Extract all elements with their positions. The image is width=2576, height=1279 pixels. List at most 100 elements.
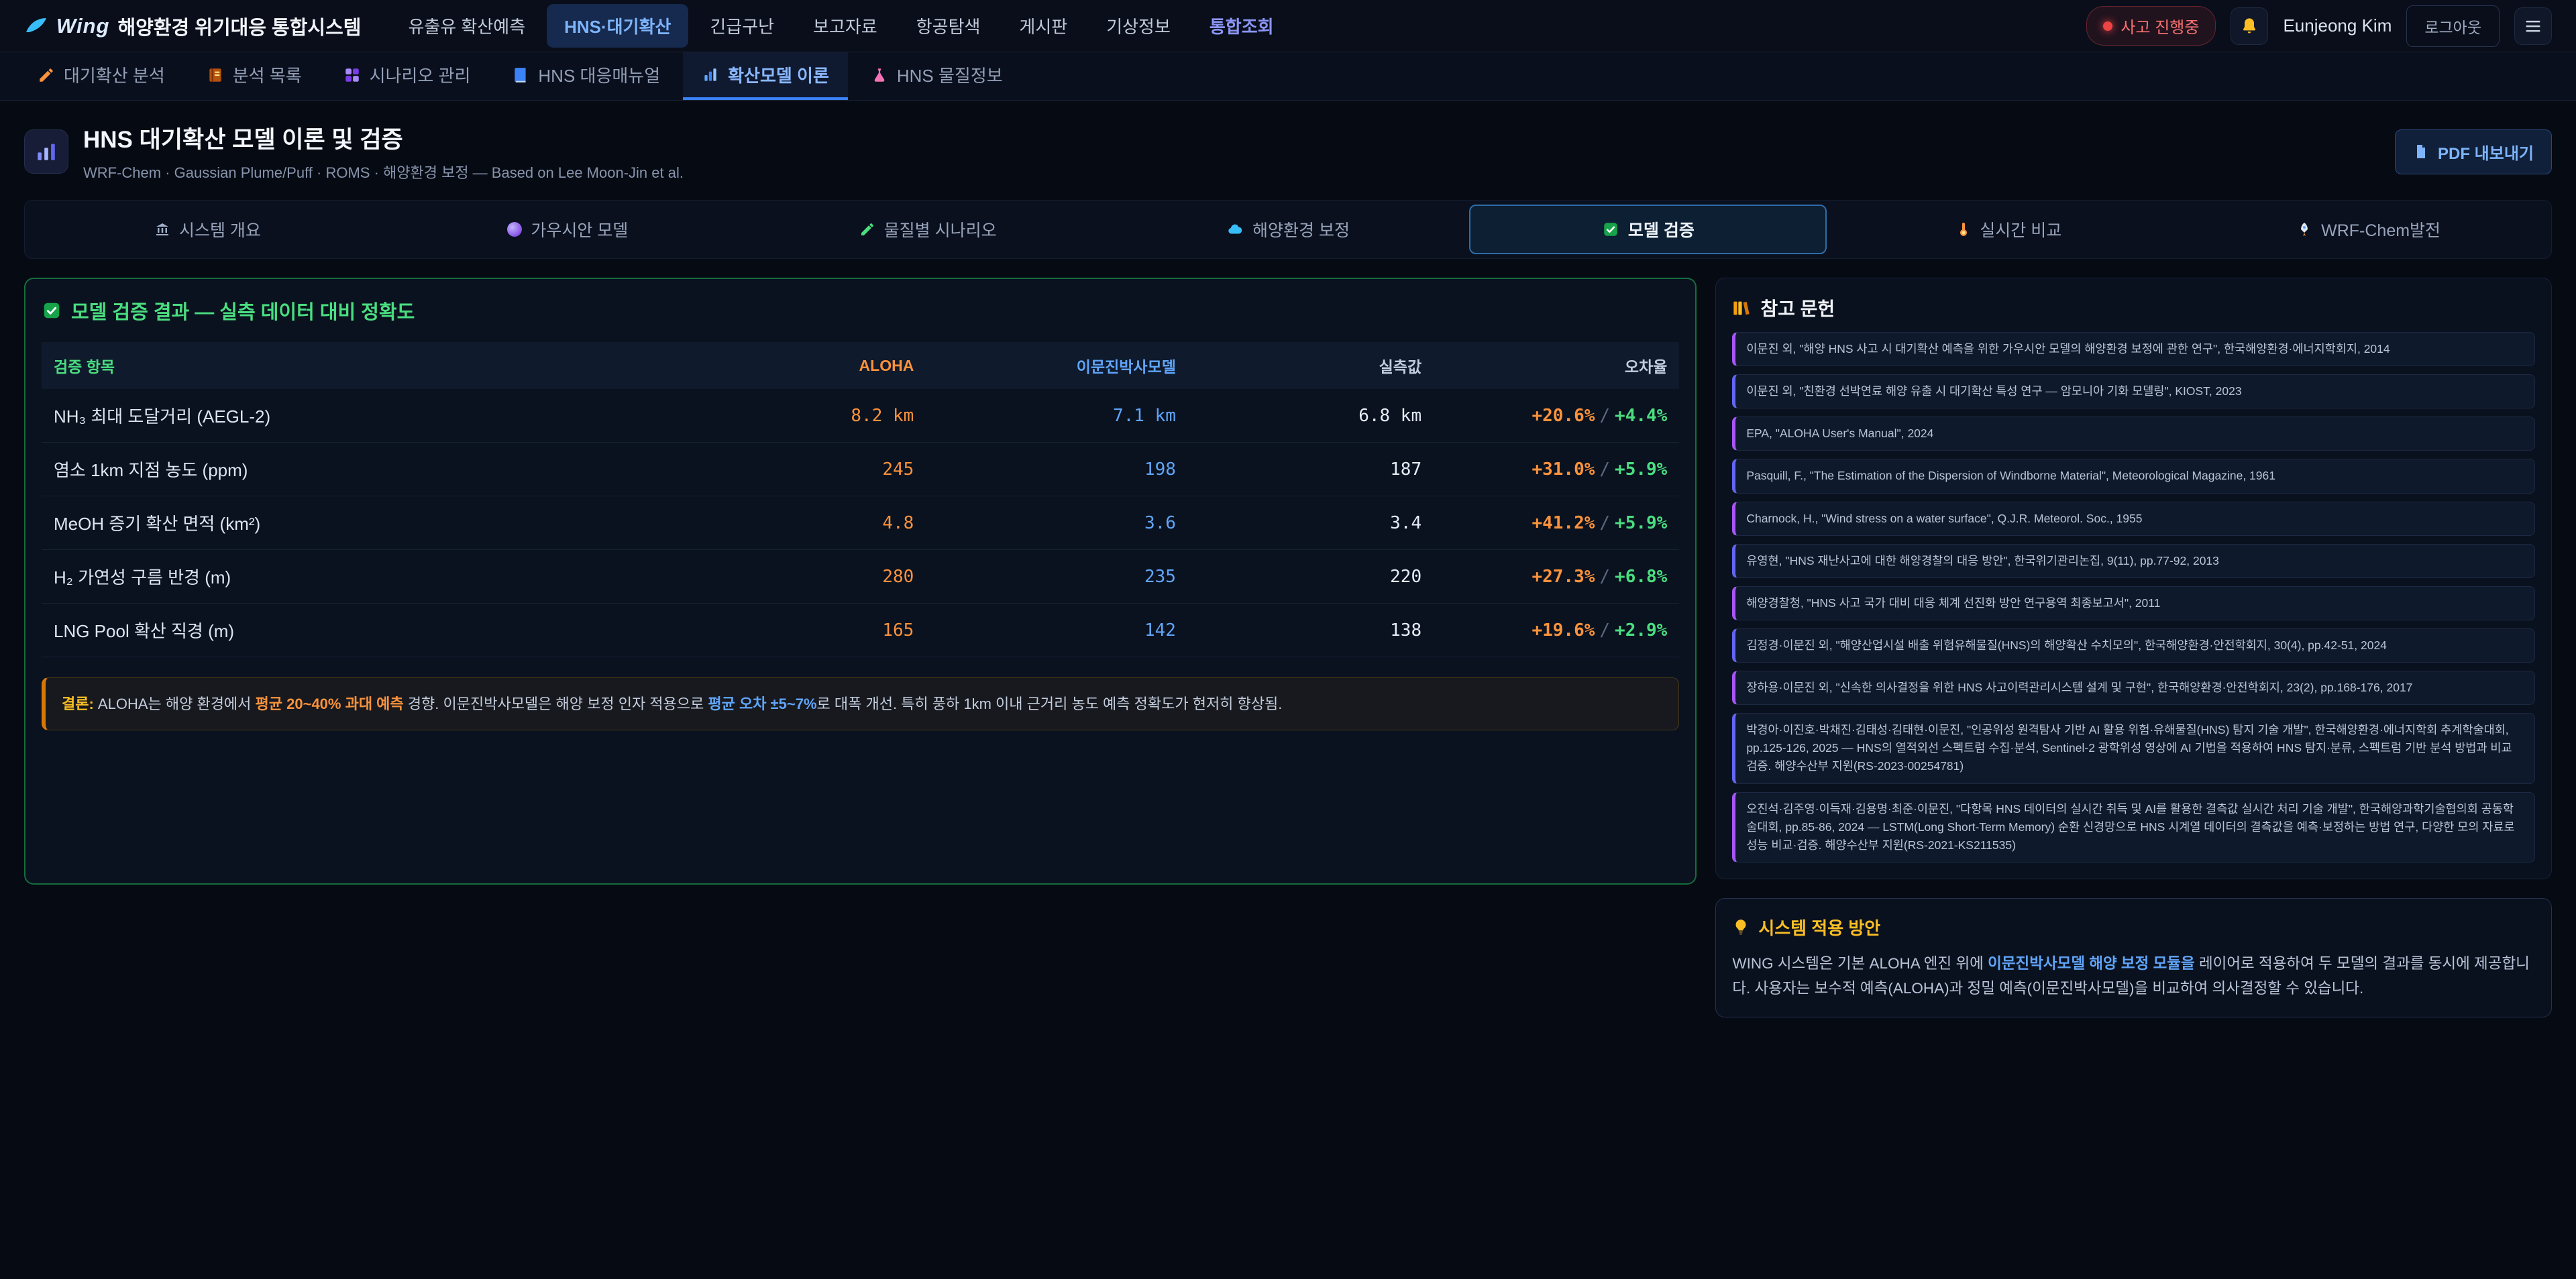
header-error: 오차율 <box>1434 342 1679 389</box>
cell-item: MeOH 증기 확산 면적 (km²) <box>42 496 697 550</box>
cell-measured: 3.4 <box>1188 496 1434 550</box>
stab-system-overview[interactable]: 시스템 개요 <box>29 205 386 254</box>
header-aloha: ALOHA <box>697 342 926 389</box>
application-title-row: 시스템 적용 방안 <box>1732 915 2535 940</box>
conclusion-note: 결론: ALOHA는 해양 환경에서 평균 20~40% 과대 예측 경향. 이… <box>42 677 1679 730</box>
stab-realtime-comparison[interactable]: 실시간 비교 <box>1829 205 2187 254</box>
cell-error: +27.3%/+6.8% <box>1434 550 1679 604</box>
table-row: MeOH 증기 확산 면적 (km²) 4.8 3.6 3.4 +41.2%/+… <box>42 496 1679 550</box>
subtab-label: HNS 물질정보 <box>897 62 1003 87</box>
reference-item: 이문진 외, "친환경 선박연료 해양 유출 시 대기확산 특성 연구 — 암모… <box>1732 374 2535 408</box>
subtab-scenario-management[interactable]: 시나리오 관리 <box>325 52 490 100</box>
stab-label: 물질별 시나리오 <box>884 217 997 241</box>
stab-label: 가우시안 모델 <box>531 217 628 241</box>
reference-item: 김정경·이문진 외, "해양산업시설 배출 위험유해물질(HNS)의 해양확산 … <box>1732 628 2535 663</box>
stab-substance-scenarios[interactable]: 물질별 시나리오 <box>749 205 1107 254</box>
reference-item: 유영현, "HNS 재난사고에 대한 해양경찰의 대응 방안", 한국위기관리논… <box>1732 544 2535 578</box>
reference-item: Charnock, H., "Wind stress on a water su… <box>1732 502 2535 536</box>
hamburger-icon <box>2524 17 2542 36</box>
sub-navigation: 대기확산 분석 분석 목록 시나리오 관리 HNS 대응매뉴얼 확산모델 이론 … <box>0 52 2576 101</box>
conclusion-highlight-overprediction: 평균 20~40% 과대 예측 <box>256 696 404 712</box>
table-header-row: 검증 항목 ALOHA 이문진박사모델 실측값 오차율 <box>42 342 1679 389</box>
reference-item: 해양경찰청, "HNS 사고 국가 대비 대응 체계 선진화 방안 연구용역 최… <box>1732 586 2535 620</box>
app-logo[interactable]: Wing 해양환경 위기대응 통합시스템 <box>24 12 361 40</box>
cell-item: H₂ 가연성 구름 반경 (m) <box>42 550 697 604</box>
document-icon <box>2413 144 2429 160</box>
cell-model: 7.1 km <box>926 389 1188 443</box>
page-title-block: HNS 대기확산 모델 이론 및 검증 WRF-Chem · Gaussian … <box>83 121 684 182</box>
references-list: 이문진 외, "해양 HNS 사고 시 대기확산 예측을 위한 가우시안 모델의… <box>1732 332 2535 863</box>
reference-item: 오진석·김주영·이득재·김용명·최준·이문진, "다항목 HNS 데이터의 실시… <box>1732 792 2535 863</box>
nav-aerial-search[interactable]: 항공탐색 <box>899 4 998 48</box>
cell-measured: 220 <box>1188 550 1434 604</box>
topnav-right-cluster: 사고 진행중 Eunjeong Kim 로그아웃 <box>2086 5 2552 47</box>
nav-weather-info[interactable]: 기상정보 <box>1089 4 1188 48</box>
app-root: Wing 해양환경 위기대응 통합시스템 유출유 확산예측 HNS·대기확산 긴… <box>0 0 2576 1036</box>
cloud-icon <box>1226 221 1244 238</box>
cell-measured: 6.8 km <box>1188 389 1434 443</box>
cell-item: 염소 1km 지점 농도 (ppm) <box>42 443 697 496</box>
subtab-hns-substance-info[interactable]: HNS 물질정보 <box>852 52 1022 100</box>
notifications-button[interactable] <box>2231 7 2268 45</box>
top-navigation: Wing 해양환경 위기대응 통합시스템 유출유 확산예측 HNS·대기확산 긴… <box>0 0 2576 52</box>
siren-icon <box>2103 21 2112 31</box>
cell-error: +41.2%/+5.9% <box>1434 496 1679 550</box>
references-title: 참고 문헌 <box>1760 294 1835 321</box>
subtab-hns-response-manual[interactable]: HNS 대응매뉴얼 <box>493 52 679 100</box>
menu-button[interactable] <box>2514 7 2552 45</box>
subtab-analysis-list[interactable]: 분석 목록 <box>188 52 321 100</box>
stab-wrf-chem[interactable]: WRF-Chem발전 <box>2190 205 2547 254</box>
stab-gaussian-model[interactable]: 가우시안 모델 <box>389 205 747 254</box>
reference-item: EPA, "ALOHA User's Manual", 2024 <box>1732 416 2535 451</box>
cell-aloha: 165 <box>697 604 926 657</box>
reference-item: 박경아·이진호·박채진·김태성·김태현·이문진, "인공위성 원격탐사 기반 A… <box>1732 713 2535 783</box>
nav-integrated-search[interactable]: 통합조회 <box>1192 4 1291 48</box>
header-model: 이문진박사모델 <box>926 342 1188 389</box>
cell-model: 235 <box>926 550 1188 604</box>
header-item: 검증 항목 <box>42 342 697 389</box>
cell-error: +20.6%/+4.4% <box>1434 389 1679 443</box>
table-row: NH₃ 최대 도달거리 (AEGL-2) 8.2 km 7.1 km 6.8 k… <box>42 389 1679 443</box>
stab-label: WRF-Chem발전 <box>2321 217 2440 241</box>
nav-oil-spill-prediction[interactable]: 유출유 확산예측 <box>390 4 543 48</box>
table-row: 염소 1km 지점 농도 (ppm) 245 198 187 +31.0%/+5… <box>42 443 1679 496</box>
nav-board[interactable]: 게시판 <box>1002 4 1085 48</box>
cell-model: 142 <box>926 604 1188 657</box>
pdf-export-button[interactable]: PDF 내보내기 <box>2395 129 2552 174</box>
rocket-icon <box>2296 221 2312 237</box>
subtab-label: 분석 목록 <box>233 62 302 87</box>
cell-error: +19.6%/+2.9% <box>1434 604 1679 657</box>
lightbulb-icon <box>1732 918 1750 936</box>
stab-model-validation[interactable]: 모델 검증 <box>1469 205 1827 254</box>
logout-button[interactable]: 로그아웃 <box>2406 5 2500 47</box>
section-tabs: 시스템 개요 가우시안 모델 물질별 시나리오 해양환경 보정 모델 검증 실시… <box>24 200 2552 259</box>
thermometer-icon <box>1955 221 1971 237</box>
page-header: HNS 대기확산 모델 이론 및 검증 WRF-Chem · Gaussian … <box>0 101 2576 200</box>
incident-status-badge[interactable]: 사고 진행중 <box>2086 6 2216 46</box>
nav-hns-atmospheric[interactable]: HNS·대기확산 <box>547 4 688 48</box>
app-title: 해양환경 위기대응 통합시스템 <box>117 12 361 40</box>
scenario-grid-icon <box>343 66 361 84</box>
user-name: Eunjeong Kim <box>2283 15 2392 36</box>
nav-emergency-rescue[interactable]: 긴급구난 <box>692 4 792 48</box>
table-row: H₂ 가연성 구름 반경 (m) 280 235 220 +27.3%/+6.8… <box>42 550 1679 604</box>
references-title-row: 참고 문헌 <box>1732 294 2535 321</box>
stab-label: 모델 검증 <box>1628 217 1695 241</box>
stab-label: 해양환경 보정 <box>1252 217 1350 241</box>
cell-model: 3.6 <box>926 496 1188 550</box>
content-area: 모델 검증 결과 — 실측 데이터 대비 정확도 검증 항목 ALOHA 이문진… <box>0 259 2576 1036</box>
nav-reports[interactable]: 보고자료 <box>796 4 895 48</box>
subtab-dispersion-analysis[interactable]: 대기확산 분석 <box>19 52 184 100</box>
subtab-diffusion-model-theory[interactable]: 확산모델 이론 <box>683 52 848 100</box>
table-row: LNG Pool 확산 직경 (m) 165 142 138 +19.6%/+2… <box>42 604 1679 657</box>
conclusion-label: 결론: <box>62 696 94 712</box>
building-icon <box>154 221 170 237</box>
stab-marine-correction[interactable]: 해양환경 보정 <box>1110 205 1467 254</box>
cell-error: +31.0%/+5.9% <box>1434 443 1679 496</box>
reference-item: 장하용·이문진 외, "신속한 의사결정을 위한 HNS 사고이력관리시스템 설… <box>1732 671 2535 705</box>
cell-aloha: 245 <box>697 443 926 496</box>
validation-table: 검증 항목 ALOHA 이문진박사모델 실측값 오차율 NH₃ 최대 도달거리 … <box>42 342 1679 657</box>
model-chart-icon <box>35 140 58 163</box>
application-highlight: 이문진박사모델 해양 보정 모듈을 <box>1988 955 2195 972</box>
cell-aloha: 8.2 km <box>697 389 926 443</box>
